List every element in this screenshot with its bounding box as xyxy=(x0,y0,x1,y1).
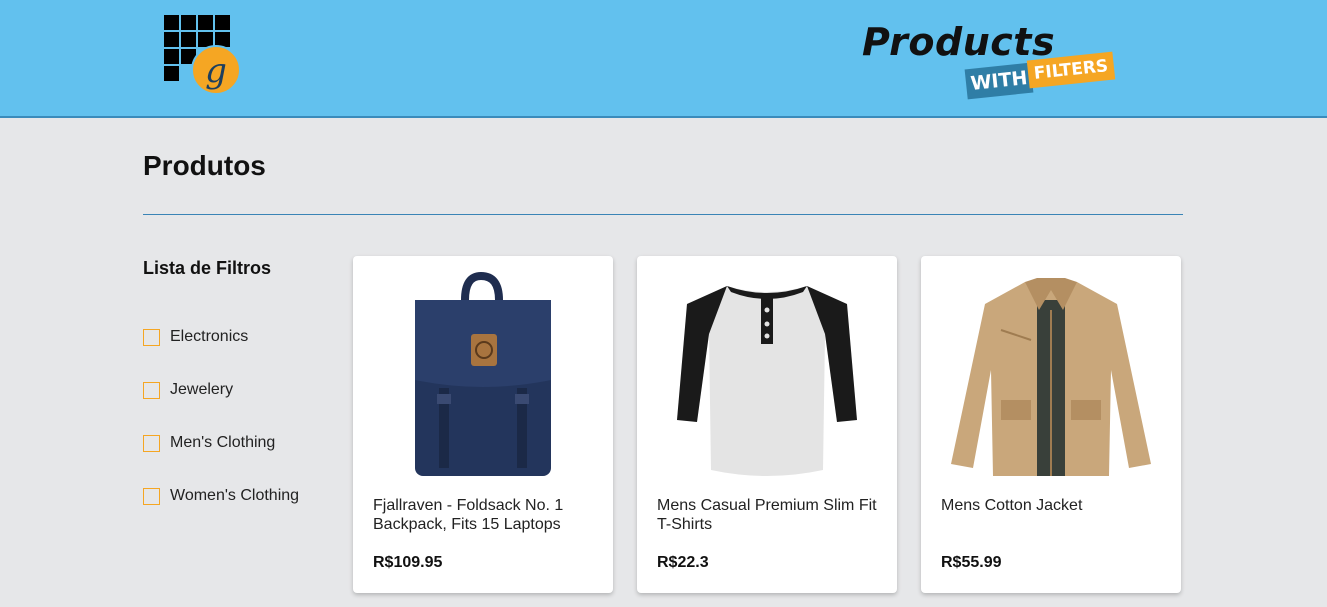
filter-checkbox[interactable] xyxy=(143,487,160,505)
product-card[interactable]: Mens Casual Premium Slim Fit T-Shirts R$… xyxy=(637,256,897,593)
tshirt-image[interactable] xyxy=(657,270,877,480)
product-name[interactable]: Mens Cotton Jacket xyxy=(941,496,1166,515)
product-price: R$55.99 xyxy=(941,554,1002,571)
filters-title: Lista de Filtros xyxy=(143,258,272,278)
filter-item-womens-clothing[interactable]: Women's Clothing xyxy=(143,485,299,507)
filter-checkbox[interactable] xyxy=(143,381,160,399)
brand-title: Products xyxy=(862,20,1056,64)
filter-item-electronics[interactable]: Electronics xyxy=(143,326,248,348)
logo-letter: g xyxy=(205,51,227,91)
filter-checkbox[interactable] xyxy=(143,434,160,452)
page-title: Produtos xyxy=(143,150,266,181)
jacket-image[interactable] xyxy=(941,270,1161,480)
filter-label: Jewelery xyxy=(170,381,234,398)
filter-label: Electronics xyxy=(170,328,249,345)
filter-label: Women's Clothing xyxy=(170,487,300,504)
product-price: R$22.3 xyxy=(657,554,709,571)
backpack-image[interactable] xyxy=(373,270,593,480)
product-card[interactable]: Fjallraven - Foldsack No. 1 Backpack, Fi… xyxy=(353,256,613,593)
product-price: R$109.95 xyxy=(373,554,443,571)
brand-with-badge: WITH xyxy=(964,62,1034,100)
filter-label: Men's Clothing xyxy=(170,434,276,451)
product-name[interactable]: Mens Casual Premium Slim Fit T-Shirts xyxy=(657,496,882,534)
product-card[interactable]: Mens Cotton Jacket R$55.99 xyxy=(921,256,1181,593)
products-with-filters-logo[interactable]: Products WITH FILTERS xyxy=(862,20,1122,100)
filter-item-jewelery[interactable]: Jewelery xyxy=(143,379,233,401)
app-header: g Products WITH FILTERS xyxy=(0,0,1327,118)
filter-checkbox[interactable] xyxy=(143,328,160,346)
product-name[interactable]: Fjallraven - Foldsack No. 1 Backpack, Fi… xyxy=(373,496,598,534)
grid-logo-icon[interactable]: g xyxy=(164,15,244,97)
filter-item-mens-clothing[interactable]: Men's Clothing xyxy=(143,432,275,454)
divider xyxy=(143,214,1183,215)
